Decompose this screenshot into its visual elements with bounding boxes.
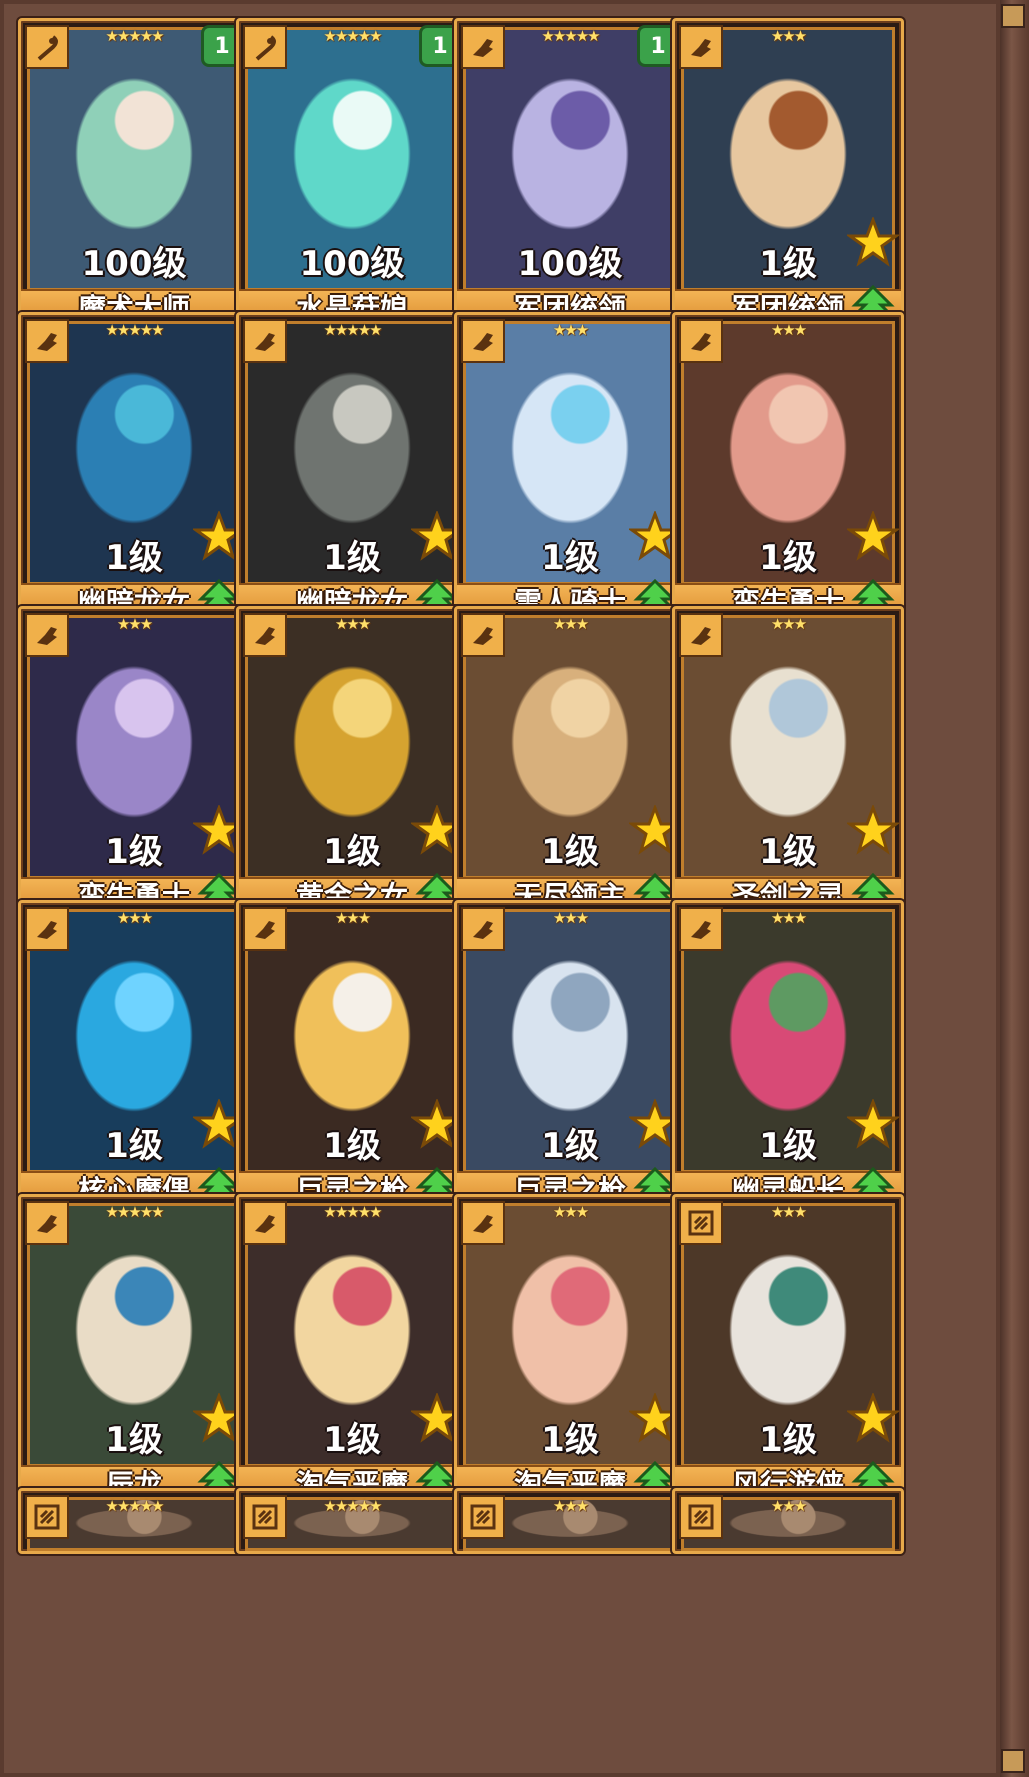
fist-icon: [25, 1201, 69, 1245]
star-rating: ★★★: [334, 615, 371, 633]
gold-star-icon: [847, 1393, 899, 1443]
hero-card[interactable]: ★★★ 1级 雪人骑士: [454, 312, 686, 628]
star-rating: ★★★★★: [323, 1203, 382, 1221]
hero-card[interactable]: ★★★★★: [18, 1488, 250, 1554]
gold-star-icon: [847, 511, 899, 561]
fist-icon: [25, 319, 69, 363]
hero-card[interactable]: ★★★ 1级 黄金之女: [236, 606, 468, 922]
hero-grid: ★★★★★ 1 100级 魔术大师 ★★★★★ 1 100级 水晶菇娘 ★★★★★ 1 100级 军团…: [18, 18, 998, 1777]
hero-level: 100级: [81, 244, 187, 284]
fist-icon: [25, 613, 69, 657]
star-rating: ★★★★★: [105, 1497, 164, 1515]
star-rating: ★★★: [552, 909, 589, 927]
staff-icon: [243, 25, 287, 69]
scrollbar-bottom-cap: [1001, 1749, 1025, 1773]
star-rating: ★★★★★: [105, 321, 164, 339]
fist-icon: [461, 319, 505, 363]
scrollbar-top-cap: [1001, 4, 1025, 28]
spiral-icon: [25, 1495, 69, 1539]
gold-star-icon: [847, 217, 899, 267]
star-rating: ★★★★★: [541, 27, 600, 45]
hero-card[interactable]: ★★★★★ 1 100级 魔术大师: [18, 18, 250, 334]
star-rating: ★★★: [552, 1497, 589, 1515]
hero-card[interactable]: ★★★★★ 1级 淘气恶魔: [236, 1194, 468, 1510]
star-rating: ★★★: [770, 909, 807, 927]
spiral-icon: [461, 1495, 505, 1539]
hero-card[interactable]: ★★★ 1级 蛮牛勇士: [672, 312, 904, 628]
hero-card[interactable]: ★★★★★ 1级 辰龙: [18, 1194, 250, 1510]
fist-icon: [461, 613, 505, 657]
star-rating: ★★★★★: [105, 1203, 164, 1221]
hero-level: 100级: [299, 244, 405, 284]
gold-star-icon: [847, 1099, 899, 1149]
hero-card[interactable]: ★★★ 1级 无尽领主: [454, 606, 686, 922]
star-rating: ★★★: [334, 909, 371, 927]
star-rating: ★★★: [770, 27, 807, 45]
hero-card[interactable]: ★★★ 1级 蛮牛勇士: [18, 606, 250, 922]
star-rating: ★★★: [116, 909, 153, 927]
star-rating: ★★★: [116, 615, 153, 633]
spiral-icon: [679, 1201, 723, 1245]
fist-icon: [461, 25, 505, 69]
hero-card[interactable]: ★★★ 1级 巨灵之枪: [236, 900, 468, 1216]
hero-card[interactable]: ★★★ 1级 淘气恶魔: [454, 1194, 686, 1510]
hero-card[interactable]: ★★★: [454, 1488, 686, 1554]
hero-card[interactable]: ★★★ 1级 巨灵之枪: [454, 900, 686, 1216]
fist-icon: [243, 907, 287, 951]
star-rating: ★★★★★: [323, 321, 382, 339]
hero-card[interactable]: ★★★★★ 1级 幽暗龙女: [236, 312, 468, 628]
star-rating: ★★★: [770, 1203, 807, 1221]
fist-icon: [679, 25, 723, 69]
fist-icon: [461, 1201, 505, 1245]
hero-card[interactable]: ★★★ 1级 核心魔偶: [18, 900, 250, 1216]
hero-card[interactable]: ★★★ 1级 幽灵船长: [672, 900, 904, 1216]
star-rating: ★★★: [552, 615, 589, 633]
hero-card[interactable]: ★★★★★: [236, 1488, 468, 1554]
hero-card[interactable]: ★★★ 1级 军团统领: [672, 18, 904, 334]
star-rating: ★★★★★: [105, 27, 164, 45]
spiral-icon: [679, 1495, 723, 1539]
fist-icon: [243, 319, 287, 363]
hero-card[interactable]: ★★★★★ 1 100级 军团统领: [454, 18, 686, 334]
fist-icon: [461, 907, 505, 951]
hero-card[interactable]: ★★★ 1级 圣剑之灵: [672, 606, 904, 922]
scrollbar[interactable]: [1000, 0, 1029, 1777]
fist-icon: [243, 613, 287, 657]
star-rating: ★★★★★: [323, 1497, 382, 1515]
hero-card[interactable]: ★★★: [672, 1488, 904, 1554]
fist-icon: [679, 613, 723, 657]
hero-level: 100级: [517, 244, 623, 284]
star-rating: ★★★: [770, 615, 807, 633]
fist-icon: [243, 1201, 287, 1245]
fist-icon: [679, 319, 723, 363]
star-rating: ★★★★★: [323, 27, 382, 45]
spiral-icon: [243, 1495, 287, 1539]
hero-card[interactable]: ★★★★★ 1级 幽暗龙女: [18, 312, 250, 628]
star-rating: ★★★: [552, 321, 589, 339]
fist-icon: [679, 907, 723, 951]
star-rating: ★★★: [770, 321, 807, 339]
hero-card[interactable]: ★★★ 1级 风行游侠: [672, 1194, 904, 1510]
staff-icon: [25, 25, 69, 69]
hero-card[interactable]: ★★★★★ 1 100级 水晶菇娘: [236, 18, 468, 334]
fist-icon: [25, 907, 69, 951]
star-rating: ★★★: [552, 1203, 589, 1221]
gold-star-icon: [847, 805, 899, 855]
star-rating: ★★★: [770, 1497, 807, 1515]
